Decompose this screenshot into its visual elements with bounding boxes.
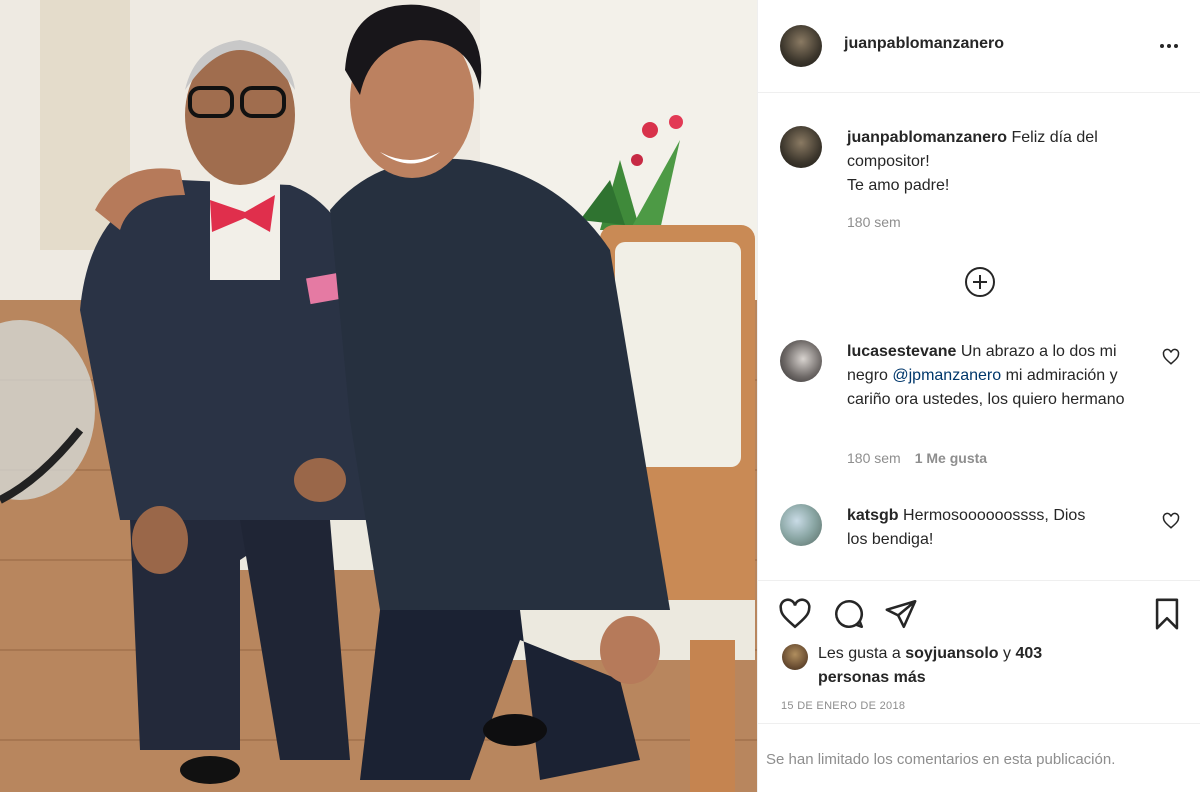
comment-likes-count[interactable]: 1 Me gusta bbox=[915, 450, 987, 466]
like-heart-icon[interactable] bbox=[778, 597, 812, 631]
post-side-panel: juanpablomanzanero juanpablomanzanero Fe… bbox=[757, 0, 1200, 792]
dot bbox=[1167, 44, 1171, 48]
comment-meta: 180 sem 1 Me gusta bbox=[847, 450, 987, 466]
post-photo-illustration bbox=[0, 0, 757, 792]
like-comment-heart-icon[interactable] bbox=[1162, 348, 1180, 366]
save-bookmark-icon[interactable] bbox=[1150, 597, 1184, 631]
author-avatar[interactable] bbox=[780, 25, 822, 67]
comments-section[interactable]: juanpablomanzanero Feliz día del composi… bbox=[758, 94, 1200, 580]
commenter-username[interactable]: katsgb bbox=[847, 507, 899, 524]
caption-text: juanpablomanzanero Feliz día del composi… bbox=[847, 126, 1147, 198]
liker-username[interactable]: soyjuansolo bbox=[905, 645, 998, 662]
liker-avatar[interactable] bbox=[782, 644, 808, 670]
post-photo[interactable] bbox=[0, 0, 757, 792]
likes-prefix: Les gusta a bbox=[818, 645, 901, 662]
likes-text: Les gusta a soyjuansolo y 403 personas m… bbox=[818, 642, 1078, 690]
likes-joiner: y bbox=[1003, 645, 1011, 662]
comment-text: katsgb Hermosoooooossss, Dios los bendig… bbox=[847, 504, 1107, 552]
comment-bubble-icon[interactable] bbox=[832, 597, 866, 631]
comments-limited-footer: Se han limitado los comentarios en esta … bbox=[758, 723, 1200, 792]
commenter-avatar[interactable] bbox=[780, 504, 822, 546]
caption-time[interactable]: 180 sem bbox=[847, 214, 901, 230]
dot bbox=[1160, 44, 1164, 48]
load-more-comments-icon[interactable] bbox=[964, 266, 996, 298]
post-date[interactable]: 15 DE ENERO DE 2018 bbox=[781, 700, 905, 712]
caption-line-2: compositor! bbox=[847, 153, 930, 170]
caption-username[interactable]: juanpablomanzanero bbox=[847, 129, 1007, 146]
comment-time[interactable]: 180 sem bbox=[847, 450, 901, 466]
caption-line-3: Te amo padre! bbox=[847, 177, 950, 194]
share-paper-plane-icon[interactable] bbox=[884, 597, 918, 631]
like-comment-heart-icon[interactable] bbox=[1162, 512, 1180, 530]
post-actions: Les gusta a soyjuansolo y 403 personas m… bbox=[758, 580, 1200, 723]
caption-author-avatar[interactable] bbox=[780, 126, 822, 168]
comments-limited-notice: Se han limitado los comentarios en esta … bbox=[766, 751, 1116, 768]
dot bbox=[1174, 44, 1178, 48]
author-username[interactable]: juanpablomanzanero bbox=[844, 35, 1004, 53]
more-options-icon[interactable] bbox=[1156, 34, 1182, 58]
caption-meta: 180 sem bbox=[847, 214, 901, 230]
comment-text: lucasestevane Un abrazo a lo dos mi negr… bbox=[847, 340, 1147, 412]
caption-line-1: Feliz día del bbox=[1011, 129, 1098, 146]
commenter-avatar[interactable] bbox=[780, 340, 822, 382]
comment-mention-link[interactable]: @jpmanzanero bbox=[892, 367, 1001, 384]
post-header: juanpablomanzanero bbox=[758, 0, 1200, 93]
commenter-username[interactable]: lucasestevane bbox=[847, 343, 956, 360]
